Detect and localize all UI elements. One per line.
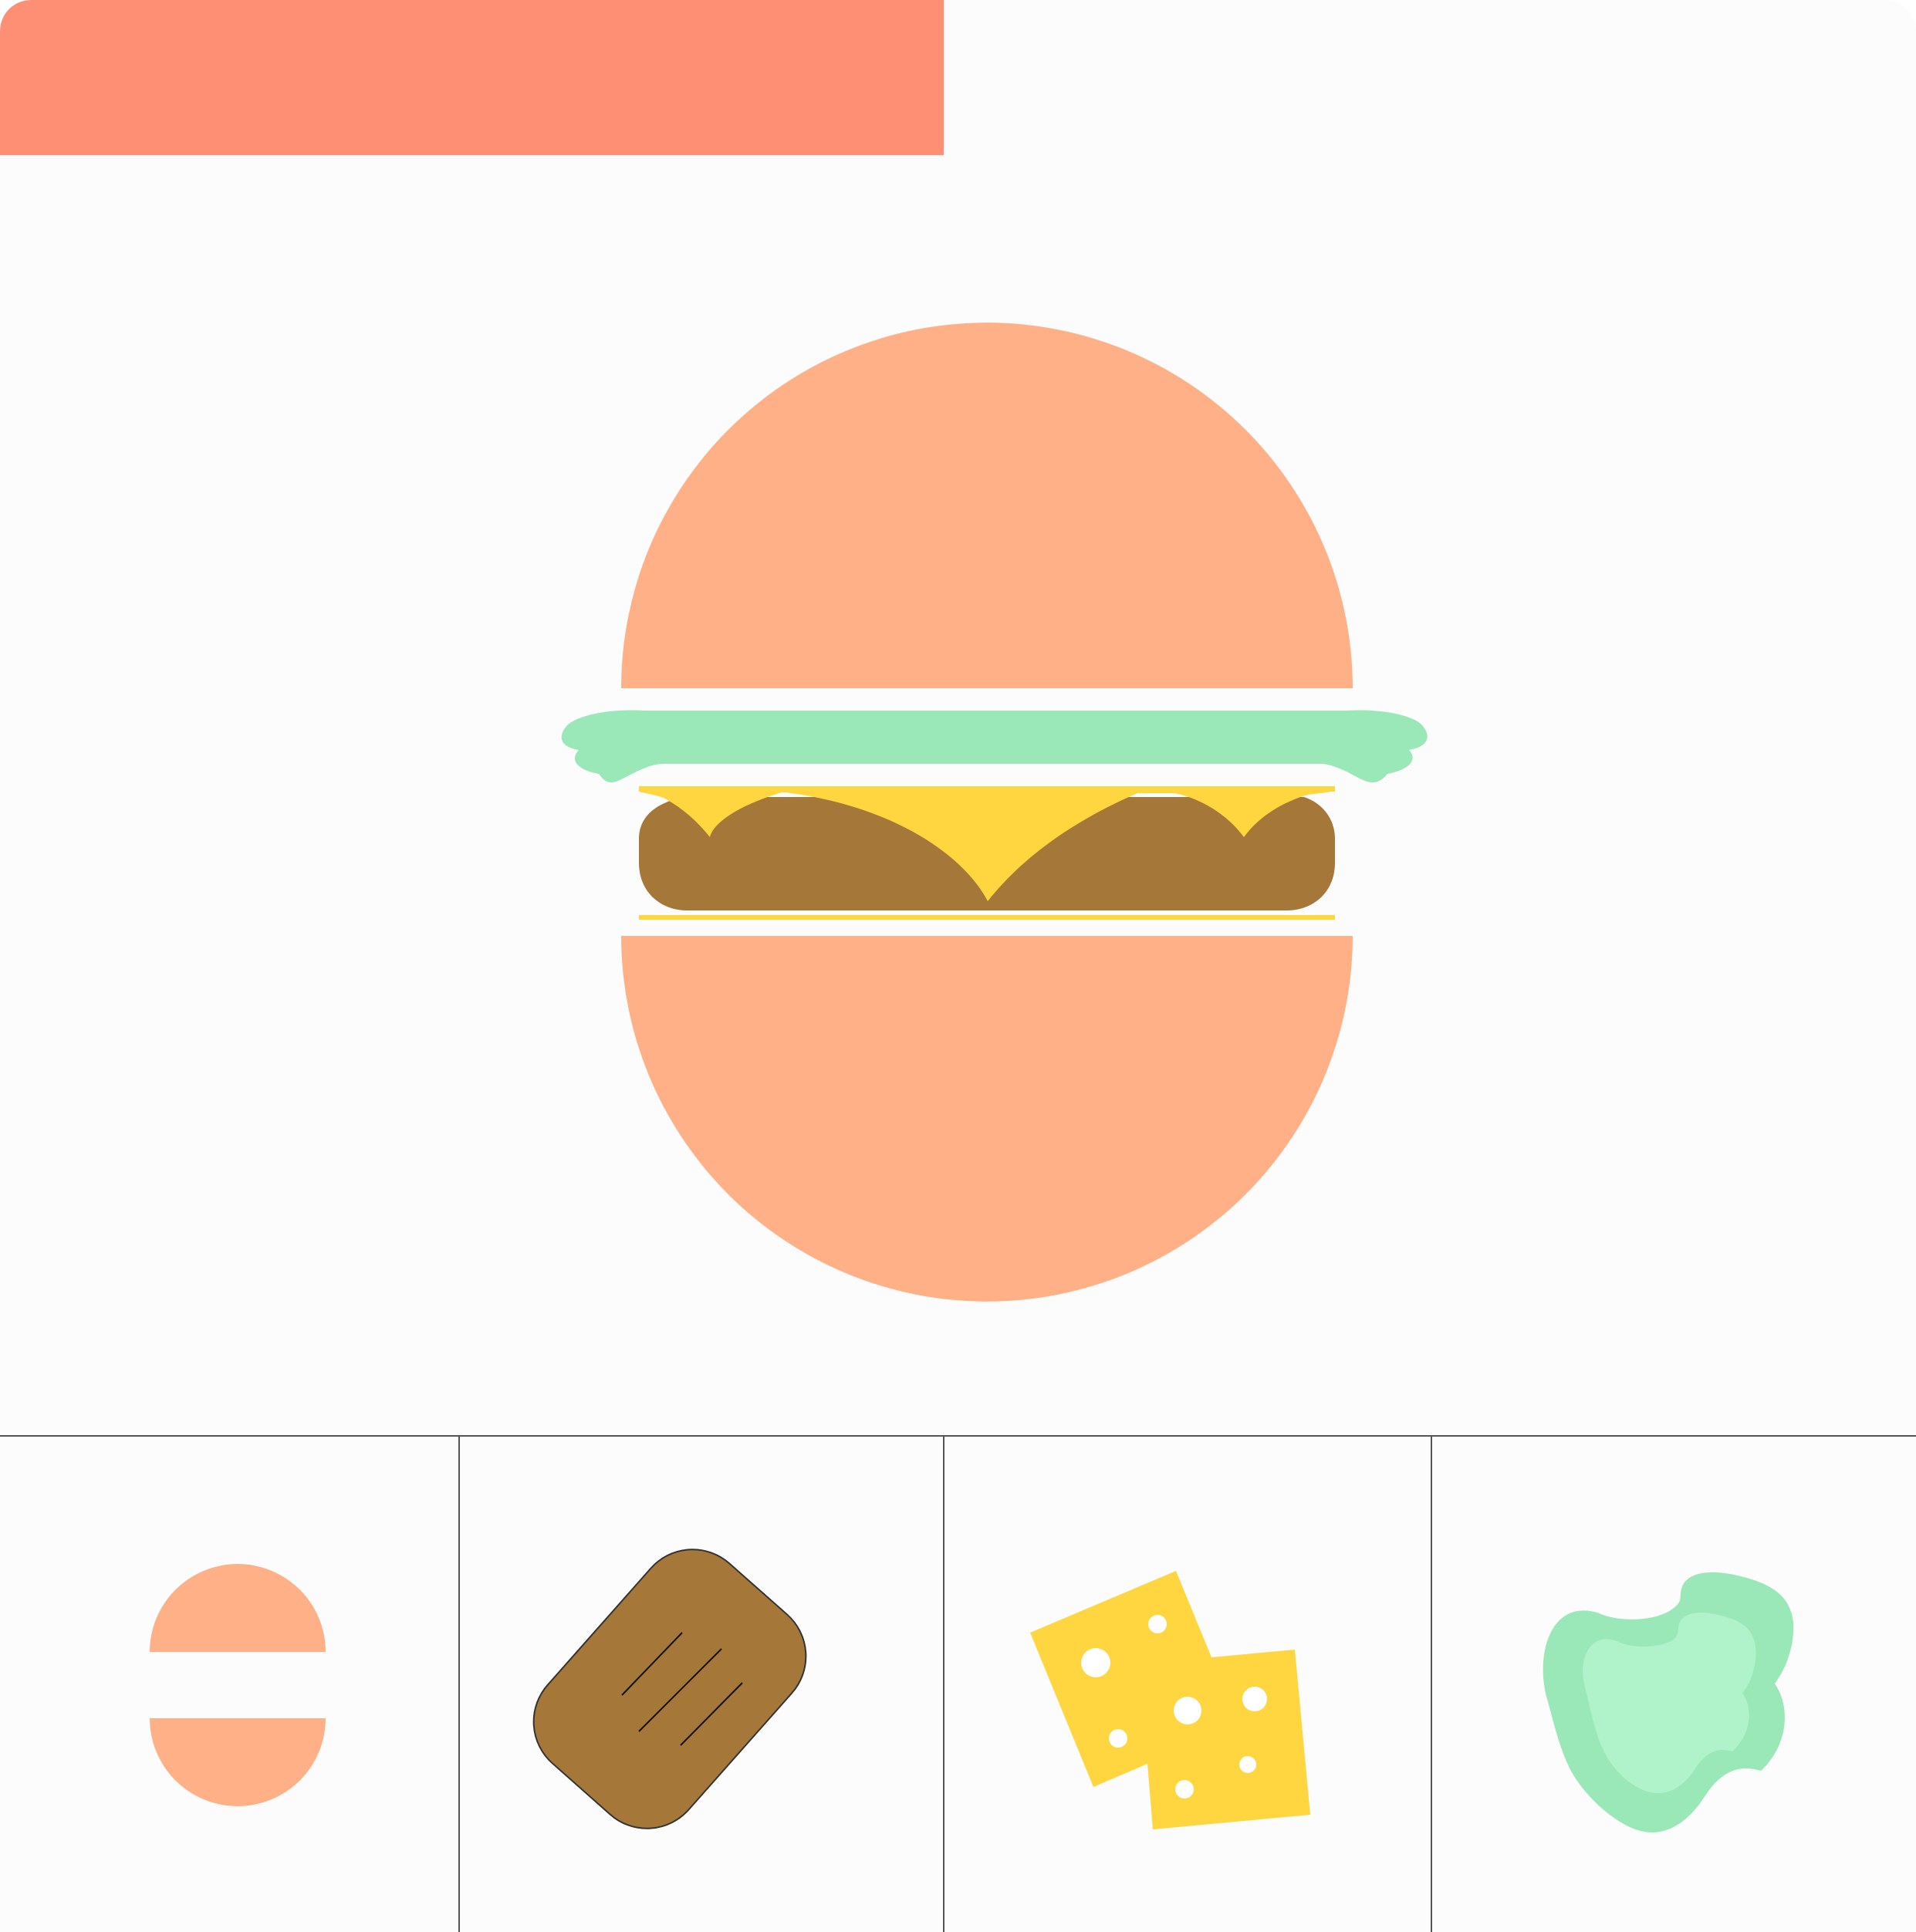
lettuce-icon xyxy=(1543,1572,1794,1832)
ingredient-slot-lettuce[interactable] xyxy=(1432,1437,1916,1932)
burger-lettuce[interactable] xyxy=(561,710,1428,783)
bun-icon xyxy=(150,1564,326,1806)
burger-top-bun[interactable] xyxy=(621,323,1353,688)
ingredient-tray xyxy=(0,1435,1916,1932)
burger-stack xyxy=(561,323,1428,1302)
burger-stage xyxy=(0,155,1916,1435)
patty-icon xyxy=(532,1549,807,1829)
game-window xyxy=(0,0,1916,1932)
burger-patty[interactable] xyxy=(639,790,1335,910)
burger-bottom-bun[interactable] xyxy=(621,936,1353,1302)
header-bar xyxy=(0,0,944,155)
ingredient-slot-cheese[interactable] xyxy=(944,1437,1432,1932)
ingredient-slot-patty[interactable] xyxy=(460,1437,944,1932)
cheese-icon xyxy=(1030,1571,1310,1829)
ingredient-slot-bun[interactable] xyxy=(0,1437,460,1932)
burger-cheese-bottom[interactable] xyxy=(639,915,1335,920)
